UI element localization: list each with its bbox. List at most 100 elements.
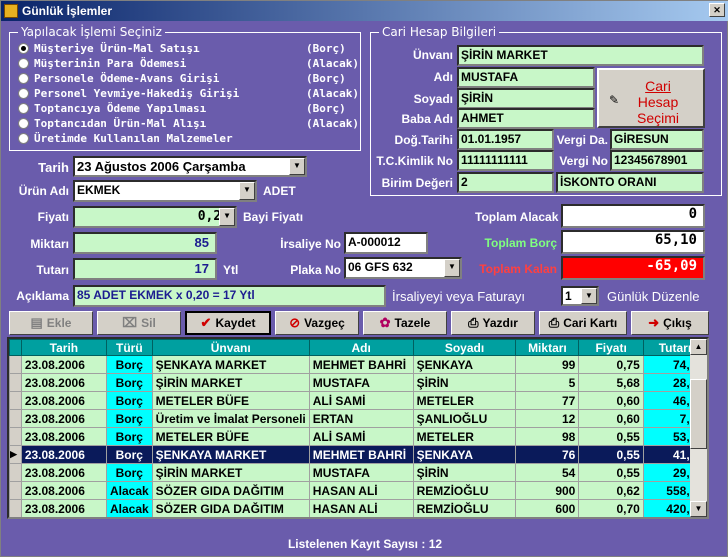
table-row[interactable]: 23.08.2006 Borç ŞENKAYA MARKET MEHMET BAHRİ… bbox=[9, 355, 707, 374]
close-button[interactable]: ✕ bbox=[709, 3, 725, 17]
table-cell[interactable]: 0,55 bbox=[578, 463, 644, 482]
operation-option[interactable]: Toptancıya Ödeme Yapılması (Borç) bbox=[18, 101, 346, 115]
table-cell[interactable]: 0,55 bbox=[578, 445, 644, 464]
table-cell[interactable]: 77 bbox=[515, 391, 580, 410]
table-cell[interactable]: Borç bbox=[105, 391, 153, 410]
table-cell[interactable]: HASAN ALİ bbox=[308, 481, 414, 500]
table-cell[interactable]: METELER BÜFE bbox=[151, 427, 310, 446]
table-cell[interactable]: 0,60 bbox=[578, 391, 644, 410]
column-header[interactable]: Adı bbox=[308, 339, 414, 356]
grid-scrollbar[interactable]: ▲ ▼ bbox=[690, 339, 707, 517]
table-cell[interactable]: MUSTAFA bbox=[308, 373, 414, 392]
table-row[interactable]: ▶ 23.08.2006 Borç ŞENKAYA MARKET MEHMET BAHR… bbox=[9, 445, 707, 464]
vazgec-button[interactable]: ⊘ Vazgeç bbox=[275, 311, 359, 335]
table-cell[interactable]: SÖZER GIDA DAĞITIM bbox=[151, 499, 310, 517]
column-header[interactable]: Tarih bbox=[20, 339, 107, 356]
plaka-combo[interactable]: 06 GFS 632 ▼ bbox=[344, 257, 462, 279]
radio-icon[interactable] bbox=[18, 57, 29, 69]
operation-option[interactable]: Toptancıdan Ürün-Mal Alışı (Alacak) bbox=[18, 116, 359, 130]
cari-karti-button[interactable]: ⎙ Cari Kartı bbox=[539, 311, 627, 335]
row-indicator[interactable] bbox=[9, 481, 22, 500]
column-header[interactable]: Soyadı bbox=[412, 339, 517, 356]
chevron-down-icon[interactable]: ▼ bbox=[444, 259, 460, 277]
column-header[interactable]: Miktarı bbox=[515, 339, 580, 356]
row-indicator[interactable] bbox=[9, 391, 22, 410]
table-cell[interactable]: 23.08.2006 bbox=[20, 445, 107, 464]
table-cell[interactable]: Borç bbox=[105, 373, 153, 392]
table-cell[interactable]: 0,75 bbox=[578, 355, 644, 374]
irsfat-combo[interactable]: 1 ▼ bbox=[561, 286, 599, 306]
table-cell[interactable]: 0,55 bbox=[578, 427, 644, 446]
row-indicator[interactable] bbox=[9, 355, 22, 374]
operation-option[interactable]: Müşterinin Para Ödemesi (Alacak) bbox=[18, 56, 359, 70]
chevron-down-icon[interactable]: ▼ bbox=[581, 288, 597, 304]
row-indicator[interactable] bbox=[9, 373, 22, 392]
operation-option[interactable]: Üretimde Kullanılan Malzemeler bbox=[18, 131, 306, 145]
row-indicator[interactable] bbox=[9, 499, 22, 517]
table-cell[interactable]: 54 bbox=[515, 463, 580, 482]
table-cell[interactable]: Üretim ve İmalat Personeli bbox=[151, 409, 310, 428]
miktar-input[interactable]: 85 bbox=[73, 232, 217, 254]
table-row[interactable]: 23.08.2006 Borç Üretim ve İmalat Personeli… bbox=[9, 409, 707, 428]
table-cell[interactable]: MEHMET BAHRİ bbox=[308, 445, 414, 464]
table-cell[interactable]: Borç bbox=[105, 463, 153, 482]
row-indicator[interactable] bbox=[9, 409, 22, 428]
table-cell[interactable]: 23.08.2006 bbox=[20, 355, 107, 374]
row-indicator[interactable] bbox=[9, 463, 22, 482]
table-cell[interactable]: ŞENKAYA MARKET bbox=[151, 355, 310, 374]
radio-icon[interactable] bbox=[18, 72, 29, 84]
table-cell[interactable]: ŞENKAYA bbox=[412, 445, 517, 464]
aciklama-input[interactable]: 85 ADET EKMEK x 0,20 = 17 Ytl bbox=[73, 285, 386, 307]
table-cell[interactable]: 23.08.2006 bbox=[20, 499, 107, 517]
table-cell[interactable]: Borç bbox=[105, 355, 153, 374]
column-header[interactable]: Fiyatı bbox=[578, 339, 644, 356]
table-cell[interactable]: METELER bbox=[412, 427, 517, 446]
table-cell[interactable]: Borç bbox=[105, 445, 153, 464]
irsaliye-input[interactable]: A-000012 bbox=[344, 232, 428, 254]
cikis-button[interactable]: ➜ Çıkış bbox=[631, 311, 709, 335]
table-cell[interactable]: ŞİRİN MARKET bbox=[151, 463, 310, 482]
fiyat-input[interactable]: 0,20 ▼ bbox=[73, 206, 237, 228]
table-cell[interactable]: Borç bbox=[105, 409, 153, 428]
radio-icon[interactable] bbox=[18, 42, 29, 54]
table-cell[interactable]: ŞİRİN bbox=[412, 373, 517, 392]
radio-icon[interactable] bbox=[18, 87, 29, 99]
operation-option[interactable]: Personele Ödeme-Avans Girişi (Borç) bbox=[18, 71, 346, 85]
table-row[interactable]: 23.08.2006 Borç METELER BÜFE ALİ SAMİ METELE… bbox=[9, 427, 707, 446]
table-cell[interactable]: Alacak bbox=[105, 499, 153, 517]
table-cell[interactable]: 23.08.2006 bbox=[20, 391, 107, 410]
table-row[interactable]: 23.08.2006 Borç ŞİRİN MARKET MUSTAFA ŞİRİN 5 5… bbox=[9, 373, 707, 392]
table-cell[interactable]: MEHMET BAHRİ bbox=[308, 355, 414, 374]
tarih-combo[interactable]: 23 Ağustos 2006 Çarşamba ▼ bbox=[73, 156, 307, 177]
radio-icon[interactable] bbox=[18, 117, 29, 129]
table-cell[interactable]: ERTAN bbox=[308, 409, 414, 428]
table-cell[interactable]: ŞENKAYA MARKET bbox=[151, 445, 310, 464]
chevron-down-icon[interactable]: ▼ bbox=[219, 208, 235, 226]
tazele-button[interactable]: ✿ Tazele bbox=[363, 311, 447, 335]
row-indicator[interactable]: ▶ bbox=[9, 445, 22, 464]
scroll-up-icon[interactable]: ▲ bbox=[690, 339, 707, 355]
urun-combo[interactable]: EKMEK ▼ bbox=[73, 180, 257, 202]
table-cell[interactable]: 23.08.2006 bbox=[20, 463, 107, 482]
chevron-down-icon[interactable]: ▼ bbox=[239, 182, 255, 200]
table-row[interactable]: 23.08.2006 Alacak SÖZER GIDA DAĞITIM HASAN … bbox=[9, 481, 707, 500]
table-cell[interactable]: 23.08.2006 bbox=[20, 373, 107, 392]
scroll-thumb[interactable] bbox=[690, 379, 707, 449]
table-cell[interactable]: 76 bbox=[515, 445, 580, 464]
table-cell[interactable]: 600 bbox=[515, 499, 580, 517]
table-cell[interactable]: HASAN ALİ bbox=[308, 499, 414, 517]
row-indicator[interactable] bbox=[9, 427, 22, 446]
table-cell[interactable]: REMZİOĞLU bbox=[412, 499, 517, 517]
table-cell[interactable]: Alacak bbox=[105, 481, 153, 500]
chevron-down-icon[interactable]: ▼ bbox=[289, 158, 305, 175]
radio-icon[interactable] bbox=[18, 102, 29, 114]
operation-option[interactable]: Müşteriye Ürün-Mal Satışı (Borç) bbox=[18, 41, 346, 55]
table-cell[interactable]: 23.08.2006 bbox=[20, 427, 107, 446]
table-cell[interactable]: 98 bbox=[515, 427, 580, 446]
table-cell[interactable]: REMZİOĞLU bbox=[412, 481, 517, 500]
table-cell[interactable]: 0,62 bbox=[578, 481, 644, 500]
transactions-grid[interactable]: Tarih Türü Ünvanı Adı Soyadı Miktarı Fiyatı Tut… bbox=[7, 337, 709, 519]
kaydet-button[interactable]: ✔ Kaydet bbox=[185, 311, 271, 335]
table-cell[interactable]: 0,70 bbox=[578, 499, 644, 517]
table-cell[interactable]: MUSTAFA bbox=[308, 463, 414, 482]
